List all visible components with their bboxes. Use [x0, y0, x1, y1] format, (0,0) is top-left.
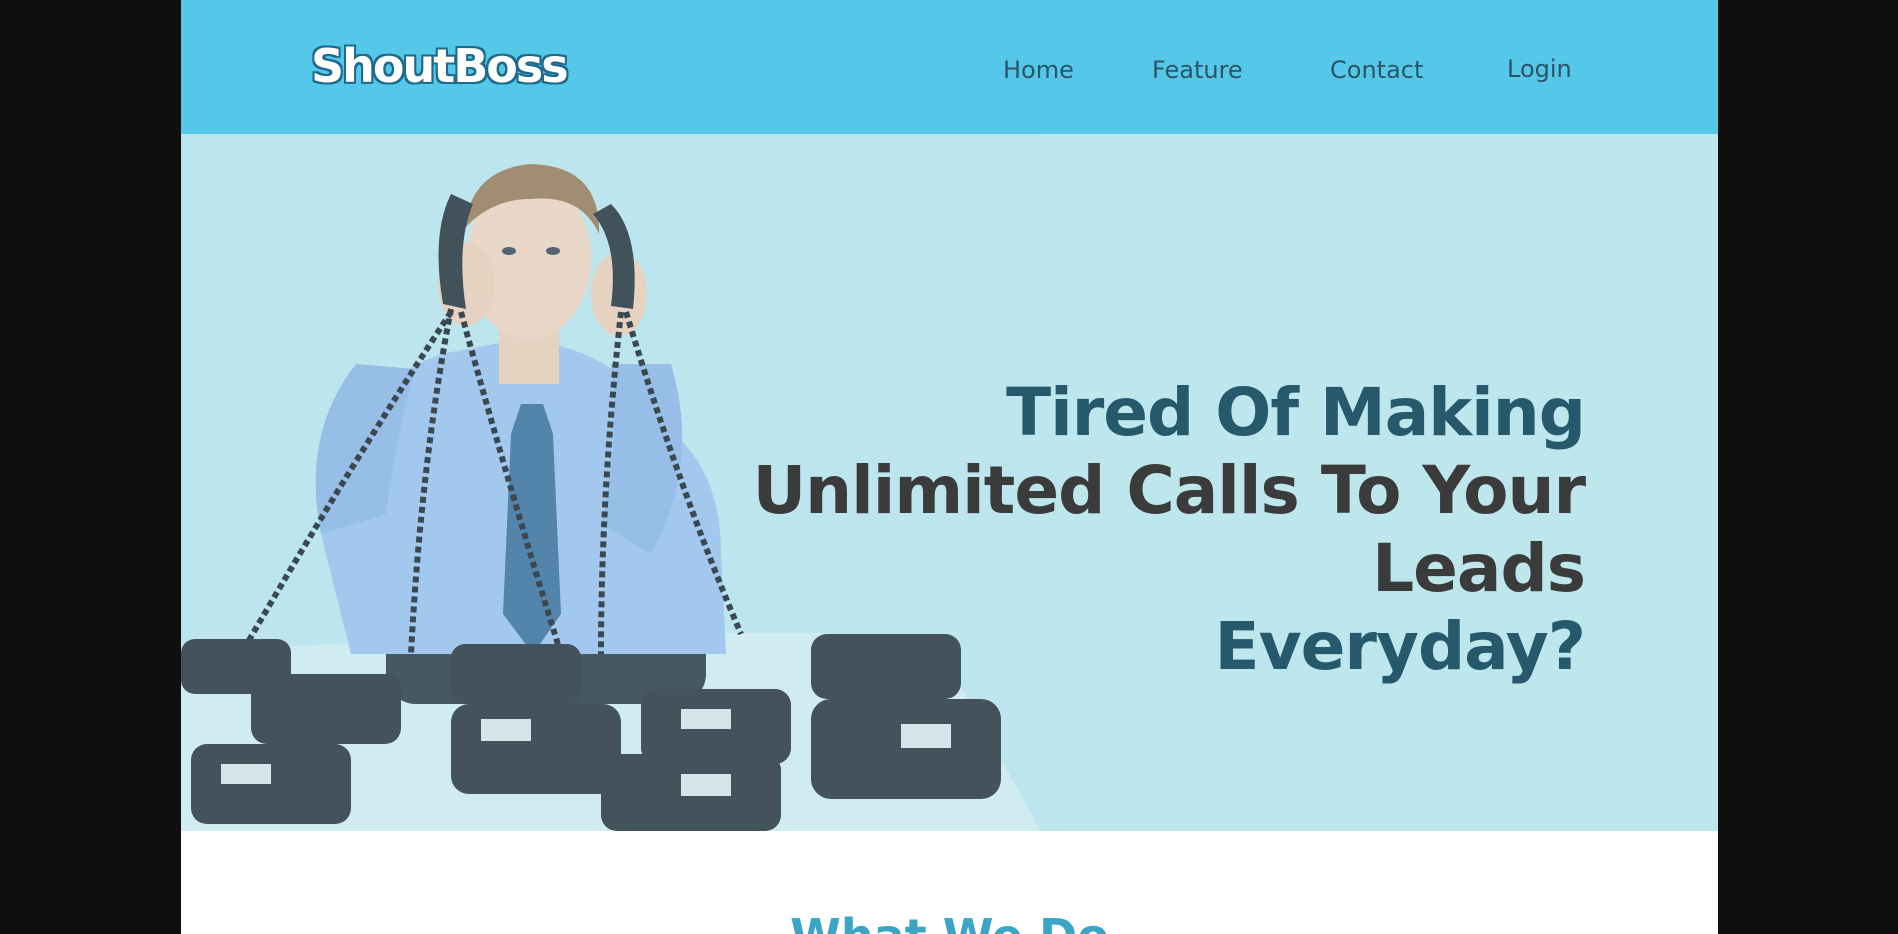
shoutboss-logo[interactable]: ShoutBoss [311, 36, 569, 96]
hero-headline: Tired Of Making Unlimited Calls To Your … [685, 374, 1586, 686]
nav-home-link[interactable]: Home [1003, 56, 1074, 84]
nav-contact-link[interactable]: Contact [1330, 56, 1423, 84]
hero-headline-part1: Tired Of Making [1006, 374, 1586, 451]
hero-headline-part3: Everyday? [1214, 608, 1586, 685]
nav-feature-link[interactable]: Feature [1152, 56, 1243, 84]
what-we-do-heading: What We Do [181, 906, 1718, 934]
page: ShoutBoss Home Feature Contact Login Tir… [181, 0, 1718, 934]
hero-banner: Tired Of Making Unlimited Calls To Your … [181, 134, 1718, 831]
nav-login-link[interactable]: Login [1507, 55, 1572, 83]
hero-headline-part2: Unlimited Calls To Your Leads [752, 452, 1586, 607]
site-header: ShoutBoss Home Feature Contact Login [181, 0, 1718, 134]
